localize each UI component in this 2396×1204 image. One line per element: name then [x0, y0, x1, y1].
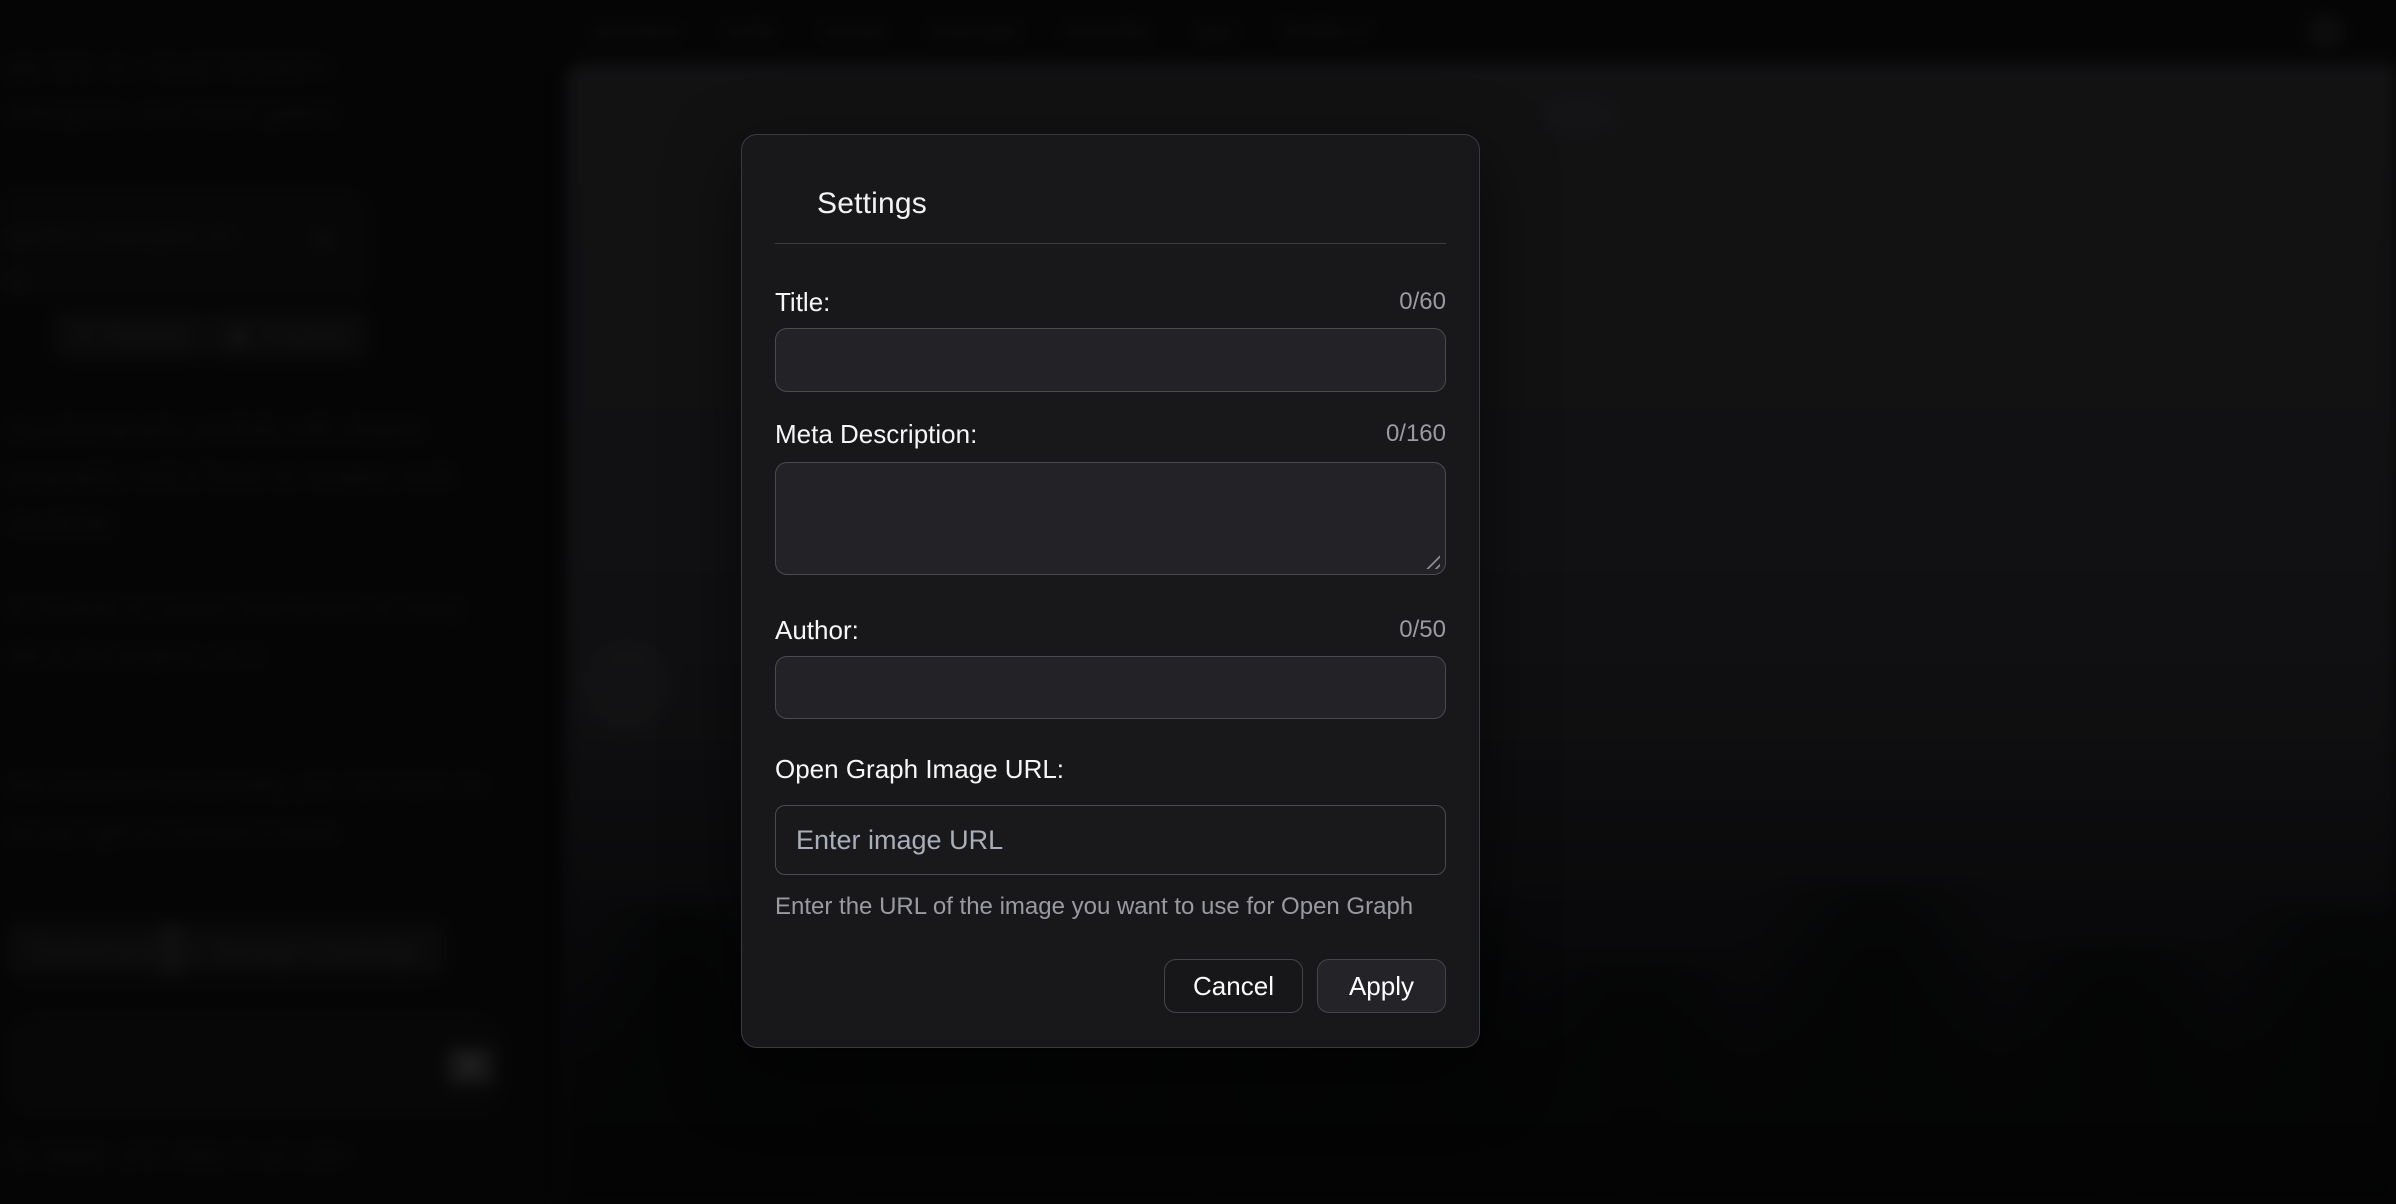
- dialog-title: Settings: [817, 187, 1446, 221]
- og-image-url-label: Open Graph Image URL:: [775, 753, 1064, 785]
- settings-dialog: Settings Title: 0/60 Meta Description: 0…: [741, 134, 1480, 1048]
- meta-description-char-counter: 0/160: [1386, 418, 1446, 450]
- meta-description-textarea[interactable]: [775, 462, 1446, 575]
- og-image-url-input[interactable]: [775, 805, 1446, 875]
- title-char-counter: 0/60: [1399, 286, 1446, 318]
- cancel-button[interactable]: Cancel: [1164, 959, 1303, 1013]
- og-image-url-helper-text: Enter the URL of the image you want to u…: [775, 893, 1446, 921]
- author-char-counter: 0/50: [1399, 614, 1446, 646]
- apply-button[interactable]: Apply: [1317, 959, 1446, 1013]
- author-label: Author:: [775, 614, 859, 646]
- meta-description-label: Meta Description:: [775, 418, 977, 450]
- title-label: Title:: [775, 286, 830, 318]
- title-input[interactable]: [775, 328, 1446, 392]
- divider: [775, 243, 1446, 244]
- author-input[interactable]: [775, 656, 1446, 719]
